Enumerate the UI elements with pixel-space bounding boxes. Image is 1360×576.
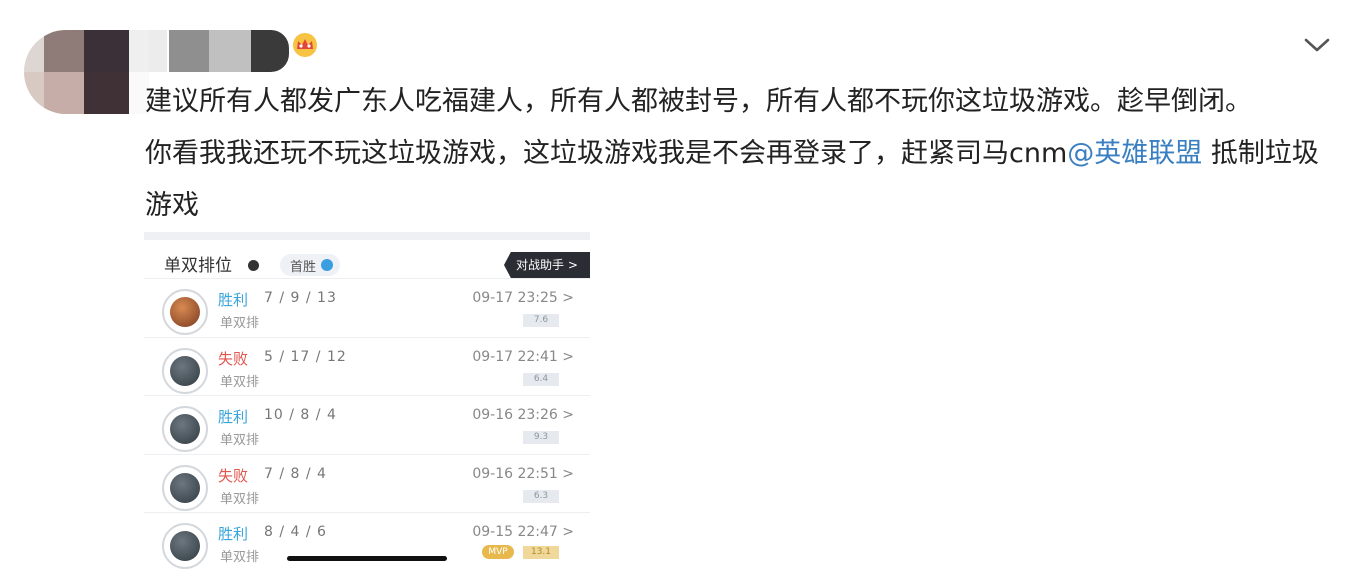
chevron-down-icon[interactable] <box>1302 34 1332 56</box>
match-time: 09-16 23:26 > <box>472 407 574 423</box>
battle-helper-button[interactable]: 对战助手 > <box>504 252 590 278</box>
match-kda: 7 / 9 / 13 <box>264 290 337 306</box>
match-kda: 7 / 8 / 4 <box>264 465 327 482</box>
match-score: 9.3 <box>523 431 559 444</box>
match-result: 失败 <box>218 466 249 485</box>
match-kda: 5 / 17 / 12 <box>264 348 347 365</box>
champion-avatar <box>162 464 208 511</box>
post-text-part: 你看我我还玩不玩这垃圾游戏，这垃圾游戏我是不会再登录了，赶紧司马cnm <box>145 138 1068 169</box>
match-mode: 单双排 <box>220 550 260 565</box>
match-time: 09-17 23:25 > <box>472 290 574 306</box>
first-win-label: 首胜 <box>290 260 317 275</box>
match-row[interactable]: 失败 5 / 17 / 12 单双排 09-17 22:41 > 6.4 <box>144 336 590 396</box>
post-image-match-history[interactable]: 单双排位 首胜 对战助手 > 胜利 7 / 9 / 13 单双排 09-17 23:2… <box>144 232 590 576</box>
username-blur[interactable] <box>149 30 289 72</box>
crown-icon <box>293 33 317 57</box>
match-time: 09-16 22:51 > <box>472 465 574 482</box>
champion-avatar <box>162 289 208 335</box>
match-result: 胜利 <box>218 291 249 309</box>
match-mode: 单双排 <box>220 374 260 390</box>
match-score: 6.3 <box>523 489 559 503</box>
mvp-badge: MVP <box>482 545 514 559</box>
battle-helper-label: 对战助手 > <box>516 258 578 272</box>
match-row[interactable]: 胜利 7 / 9 / 13 单双排 09-17 23:25 > 7.6 <box>144 278 590 337</box>
post-text-line2: 你看我我还玩不玩这垃圾游戏，这垃圾游戏我是不会再登录了，赶紧司马cnm@英雄联盟… <box>145 128 1340 232</box>
image-top-border <box>144 232 590 240</box>
match-row[interactable]: 胜利 10 / 8 / 4 单双排 09-16 23:26 > 9.3 <box>144 395 590 454</box>
match-mode: 单双排 <box>220 433 260 448</box>
match-score: 13.1 <box>523 546 559 559</box>
home-indicator <box>287 556 447 561</box>
match-result: 胜利 <box>218 408 249 426</box>
match-row[interactable]: 胜利 8 / 4 / 6 单双排 09-15 22:47 > MVP 13.1 <box>144 512 590 571</box>
ranked-mode-selector[interactable]: 单双排位 <box>164 251 232 276</box>
match-time: 09-15 22:47 > <box>472 524 574 540</box>
info-icon <box>321 259 333 271</box>
user-avatar[interactable] <box>24 30 149 114</box>
match-time: 09-17 22:41 > <box>472 348 574 365</box>
first-win-pill[interactable]: 首胜 <box>280 254 340 276</box>
post-text-line1: 建议所有人都发广东人吃福建人，所有人都被封号，所有人都不玩你这垃圾游戏。趁早倒闭… <box>145 86 1252 117</box>
match-mode: 单双排 <box>220 316 260 331</box>
mention-link[interactable]: @英雄联盟 <box>1067 138 1202 169</box>
champion-avatar <box>162 406 208 452</box>
match-result: 失败 <box>218 349 249 368</box>
champion-avatar <box>162 523 208 569</box>
match-score: 7.6 <box>523 314 559 327</box>
match-mode: 单双排 <box>220 491 260 507</box>
match-score: 6.4 <box>523 372 559 386</box>
match-kda: 10 / 8 / 4 <box>264 407 337 423</box>
champion-avatar <box>162 347 208 394</box>
post-body: 建议所有人都发广东人吃福建人，所有人都被封号，所有人都不玩你这垃圾游戏。趁早倒闭… <box>145 76 1340 232</box>
match-kda: 8 / 4 / 6 <box>264 524 327 540</box>
match-result: 胜利 <box>218 525 249 543</box>
match-row[interactable]: 失败 7 / 8 / 4 单双排 09-16 22:51 > 6.3 <box>144 453 590 513</box>
dropdown-icon <box>248 260 259 271</box>
